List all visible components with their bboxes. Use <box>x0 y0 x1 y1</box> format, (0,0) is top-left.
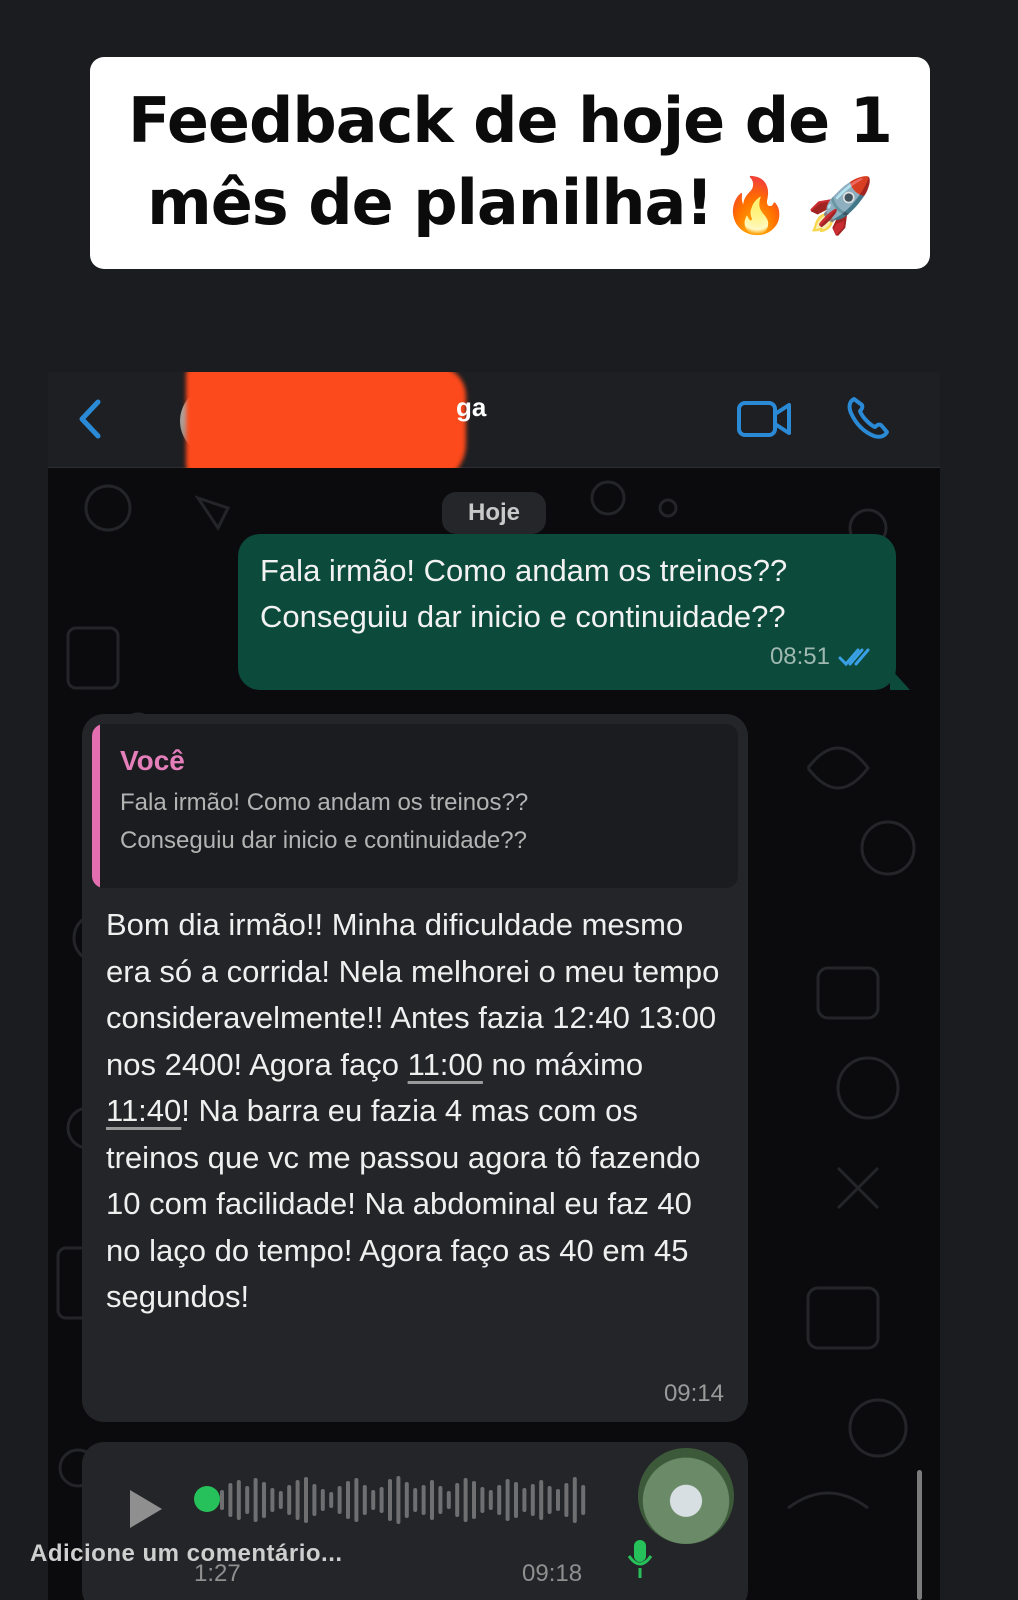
message-text-part: no máximo <box>482 1046 644 1082</box>
waveform-bar <box>514 1482 518 1518</box>
waveform-bar <box>253 1478 258 1522</box>
incoming-message[interactable]: Você Fala irmão! Como andam os treinos??… <box>82 714 748 1422</box>
voice-call-button[interactable] <box>844 394 892 442</box>
video-call-button[interactable] <box>736 396 792 442</box>
video-camera-icon <box>737 401 791 437</box>
chat-scrollbar[interactable] <box>917 1470 922 1600</box>
waveform-bar <box>220 1490 224 1510</box>
chat-header: ga <box>48 372 940 484</box>
waveform-bar <box>530 1484 535 1516</box>
waveform-bar <box>472 1481 476 1519</box>
time-link[interactable]: 11:40 <box>106 1093 181 1128</box>
caption-line-2: mês de planilha! 🔥 🚀 <box>128 162 892 247</box>
waveform-bar <box>371 1490 376 1510</box>
waveform-bar <box>236 1480 241 1520</box>
quote-bar <box>92 724 100 888</box>
voice-time: 09:18 <box>522 1560 583 1587</box>
double-check-icon <box>838 648 870 667</box>
bubble-tail <box>890 668 910 690</box>
waveform-bar <box>354 1478 359 1522</box>
waveform-bar <box>455 1483 460 1517</box>
waveform-bar <box>505 1479 510 1521</box>
message-text-part: ! Na barra eu fazia 4 mas com os treinos… <box>106 1093 701 1314</box>
story-caption: Feedback de hoje de 1 mês de planilha! 🔥 … <box>90 57 930 269</box>
waveform-bar <box>329 1492 334 1508</box>
waveform-bar <box>337 1486 342 1514</box>
play-button[interactable] <box>126 1486 166 1532</box>
date-separator: Hoje <box>442 492 546 534</box>
waveform-bar <box>346 1481 350 1519</box>
quote-line-2: Conseguiu dar inicio e continuidade?? <box>120 827 527 854</box>
waveform-bar <box>362 1485 367 1515</box>
waveform-bar <box>312 1484 317 1516</box>
sender-avatar[interactable] <box>638 1448 734 1544</box>
incoming-message-text: Bom dia irmão!! Minha dificuldade mesmo … <box>92 888 738 1321</box>
waveform-bar <box>564 1483 569 1517</box>
waveform-bar <box>287 1485 292 1515</box>
waveform-bar <box>430 1480 434 1520</box>
waveform-bar <box>488 1490 493 1510</box>
quote-author: Você <box>120 745 185 776</box>
waveform-bar <box>581 1485 586 1515</box>
play-icon <box>130 1490 162 1528</box>
outgoing-meta: 08:51 <box>770 634 872 680</box>
back-button[interactable] <box>70 394 110 444</box>
waveform-bar <box>379 1487 384 1513</box>
comment-input[interactable]: Adicione um comentário... <box>30 1540 343 1568</box>
waveform-bar <box>304 1477 308 1523</box>
waveform-bar <box>480 1487 485 1513</box>
voice-message[interactable]: 1:27 09:18 <box>82 1442 748 1600</box>
waveform-bar <box>413 1488 418 1512</box>
waveform-bar <box>320 1489 325 1511</box>
waveform-bar <box>522 1488 527 1512</box>
caption-text: Feedback de hoje de 1 mês de planilha! 🔥 … <box>128 80 893 247</box>
incoming-time: 09:14 <box>663 1380 724 1407</box>
quoted-message[interactable]: Você Fala irmão! Como andam os treinos??… <box>92 724 738 888</box>
chat-area[interactable]: Hoje Fala irmão! Como andam os treinos??… <box>48 468 940 1600</box>
waveform-bar <box>228 1483 233 1517</box>
phone-icon <box>847 397 889 439</box>
time-link[interactable]: 11:00 <box>408 1047 483 1082</box>
waveform-bar <box>497 1485 502 1515</box>
outgoing-time: 08:51 <box>769 643 830 670</box>
outgoing-line-1: Fala irmão! Como andam os treinos?? <box>260 553 788 588</box>
seek-handle[interactable] <box>194 1486 220 1512</box>
waveform-bar <box>270 1488 275 1512</box>
chevron-left-icon <box>79 399 101 439</box>
fire-rocket-emoji: 🔥 🚀 <box>722 173 874 237</box>
waveform-bar <box>446 1491 451 1509</box>
caption-line-2-text: mês de planilha! <box>147 165 714 239</box>
waveform-bar <box>421 1485 426 1515</box>
microphone-icon <box>627 1540 653 1578</box>
audio-waveform <box>220 1476 586 1524</box>
waveform-bar <box>572 1477 577 1523</box>
waveform-bar <box>463 1478 468 1522</box>
waveform-bar <box>245 1486 250 1514</box>
waveform-bar <box>404 1482 409 1518</box>
whatsapp-screenshot: ga Hoje Fala irmão! Como andam os treino… <box>48 372 940 1600</box>
outgoing-message[interactable]: Fala irmão! Como andam os treinos?? Cons… <box>238 534 910 690</box>
waveform-bar <box>262 1482 266 1518</box>
waveform-bar <box>295 1480 300 1520</box>
waveform-bar <box>388 1479 392 1521</box>
waveform-bar <box>278 1491 283 1509</box>
waveform-bar <box>547 1486 552 1514</box>
quote-line-1: Fala irmão! Como andam os treinos?? <box>120 789 529 816</box>
waveform-bar <box>438 1486 443 1514</box>
waveform-bar <box>396 1476 401 1524</box>
quote-text: Fala irmão! Como andam os treinos?? Cons… <box>120 784 718 860</box>
contact-name[interactable]: ga <box>456 392 486 423</box>
waveform-bar <box>539 1480 544 1520</box>
waveform-bar <box>556 1489 560 1511</box>
caption-line-1: Feedback de hoje de 1 <box>128 83 893 157</box>
